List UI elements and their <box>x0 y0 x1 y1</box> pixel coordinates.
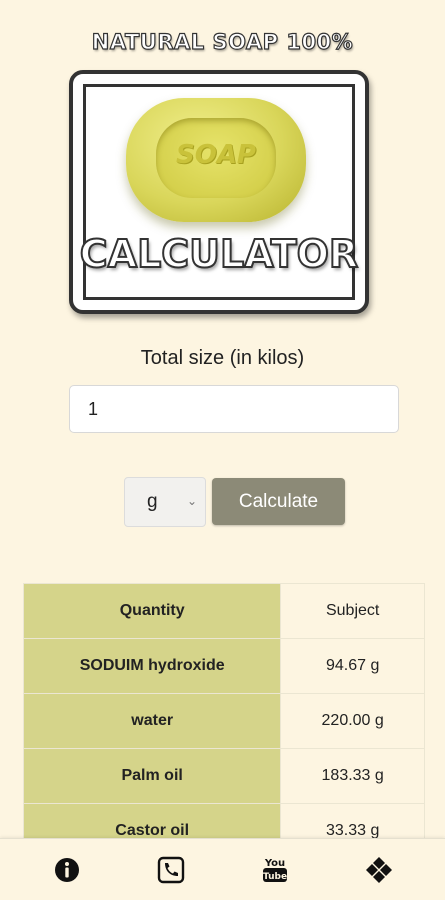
table-header-row: Quantity Subject <box>23 583 425 639</box>
ingredient-amount: 183.33 g <box>280 748 425 804</box>
total-size-label: Total size (in kilos) <box>140 347 305 369</box>
ingredient-name: SODUIM hydroxide <box>23 638 282 694</box>
svg-text:You: You <box>264 858 285 869</box>
ingredient-name: water <box>23 693 282 749</box>
ingredient-amount: 94.67 g <box>280 638 425 694</box>
ingredient-amount: 33.33 g <box>280 803 425 838</box>
apps-icon[interactable] <box>362 853 396 887</box>
info-icon[interactable] <box>50 853 84 887</box>
calculate-button[interactable]: Calculate <box>212 478 345 525</box>
subject-header: Subject <box>280 583 425 639</box>
soap-logo-text: SOAP <box>175 140 256 170</box>
app-screen: NATURAL SOAP 100% SOAP CALCULATOR Total … <box>0 0 445 900</box>
table-row: Palm oil 183.33 g <box>23 748 425 804</box>
calculator-logo-text: CALCULATOR <box>79 231 359 277</box>
total-size-input[interactable] <box>69 385 399 433</box>
results-table: Quantity Subject SODUIM hydroxide 94.67 … <box>23 583 425 838</box>
ingredient-amount: 220.00 g <box>280 693 425 749</box>
svg-text:Tube: Tube <box>263 872 287 882</box>
phone-icon[interactable] <box>154 853 188 887</box>
soap-bar-face: SOAP <box>156 118 276 198</box>
ingredient-name: Castor oil <box>23 803 282 838</box>
youtube-icon[interactable]: You Tube <box>258 853 292 887</box>
soap-bar-image: SOAP <box>126 98 306 222</box>
ingredient-name: Palm oil <box>23 748 282 804</box>
table-row: Castor oil 33.33 g <box>23 803 425 838</box>
unit-select[interactable]: g ⌄ <box>124 477 206 527</box>
unit-selected-value: g <box>147 491 158 512</box>
chevron-down-icon: ⌄ <box>186 494 197 508</box>
table-row: SODUIM hydroxide 94.67 g <box>23 638 425 694</box>
table-row: water 220.00 g <box>23 693 425 749</box>
quantity-header: Quantity <box>23 583 282 639</box>
bottom-navigation-bar: You Tube <box>0 838 445 900</box>
app-title: NATURAL SOAP 100% <box>91 29 354 54</box>
